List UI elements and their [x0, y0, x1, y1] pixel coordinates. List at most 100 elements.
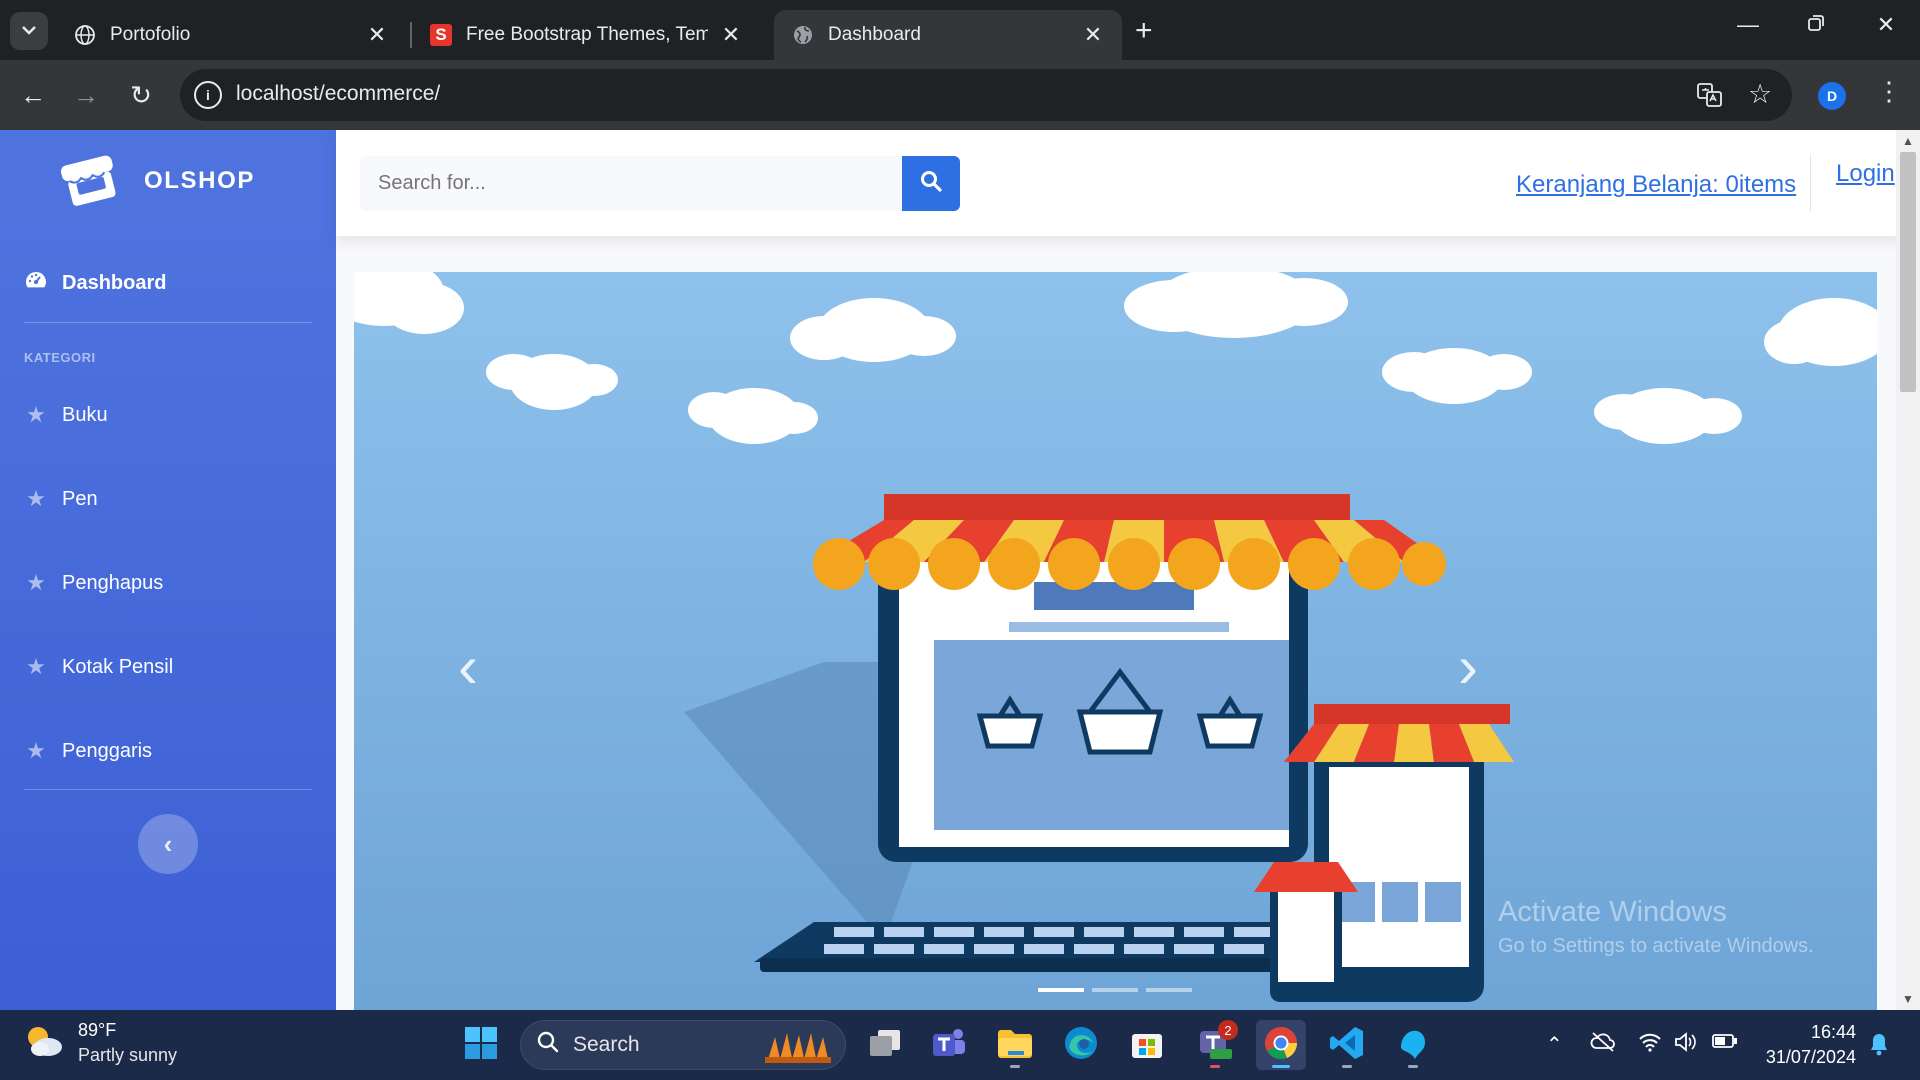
search-icon: [537, 1031, 559, 1059]
app-icon: [1395, 1025, 1431, 1066]
globe-icon: [74, 24, 96, 46]
sidebar-item-penghapus[interactable]: ★ Penghapus: [24, 570, 163, 596]
chevron-up-icon[interactable]: ⌃: [1546, 1032, 1563, 1057]
store-app[interactable]: [1122, 1020, 1172, 1070]
close-icon[interactable]: ✕: [720, 22, 742, 48]
running-indicator: [1408, 1065, 1418, 1068]
weather-widget[interactable]: 89°F Partly sunny: [24, 1020, 177, 1066]
weather-temperature: 89°F: [78, 1020, 117, 1040]
chevron-down-icon: [21, 22, 37, 40]
carousel-next-button[interactable]: ›: [1438, 632, 1498, 701]
bookmark-star-icon[interactable]: ☆: [1748, 79, 1772, 110]
vscode-app[interactable]: [1322, 1020, 1372, 1070]
new-tab-button[interactable]: +: [1135, 14, 1153, 48]
carousel-indicator[interactable]: [1038, 988, 1084, 992]
taskbar-search[interactable]: Search: [520, 1020, 846, 1070]
search-button[interactable]: [902, 156, 960, 211]
scrollbar-thumb[interactable]: [1900, 152, 1916, 392]
browser-toolbar: ← → ↻ i localhost/ecommerce/ ☆ D ⋮: [0, 60, 1920, 130]
browser-menu-icon[interactable]: ⋮: [1876, 76, 1902, 107]
translate-icon[interactable]: [1696, 81, 1724, 116]
wifi-icon[interactable]: [1638, 1032, 1662, 1058]
chevron-left-icon: ‹: [458, 633, 478, 700]
edge-app[interactable]: [1056, 1020, 1106, 1070]
sidebar-divider: [24, 789, 312, 790]
scroll-up-icon[interactable]: ▲: [1902, 134, 1914, 148]
teams-app[interactable]: [924, 1020, 974, 1070]
cloud-off-icon[interactable]: [1590, 1032, 1616, 1058]
carousel-prev-button[interactable]: ‹: [438, 632, 498, 701]
sidebar-item-label: Dashboard: [62, 271, 167, 294]
tab-search-button[interactable]: [10, 12, 48, 50]
partly-sunny-icon: [24, 1023, 64, 1064]
tab-portofolio[interactable]: Portofolio ✕: [56, 10, 406, 60]
minimize-button[interactable]: —: [1728, 12, 1768, 38]
sidebar-item-buku[interactable]: ★ Buku: [24, 402, 108, 428]
cart-link[interactable]: Keranjang Belanja: 0items: [1516, 171, 1796, 199]
notification-bell-icon[interactable]: [1868, 1032, 1890, 1062]
sidebar-toggle-button[interactable]: ‹: [138, 814, 198, 874]
microsoft-store-icon: [1130, 1026, 1164, 1065]
edge-icon: [1063, 1025, 1099, 1066]
star-icon: ★: [26, 486, 46, 511]
system-clock[interactable]: 16:44 31/07/2024: [1760, 1020, 1856, 1070]
login-link[interactable]: Login: [1836, 160, 1895, 188]
teams-new-app[interactable]: 2: [1190, 1020, 1240, 1070]
sidebar-heading: KATEGORI: [24, 350, 96, 365]
file-explorer-app[interactable]: [990, 1020, 1040, 1070]
page-viewport: OLSHOP Dashboard KATEGORI ★ Buku ★ Pen ★…: [0, 130, 1920, 1010]
task-view-icon: [868, 1028, 902, 1063]
search-input[interactable]: [360, 156, 902, 211]
start-button[interactable]: [456, 1020, 506, 1070]
weather-app[interactable]: [1388, 1020, 1438, 1070]
reload-button[interactable]: ↻: [126, 80, 156, 111]
back-button[interactable]: ←: [18, 80, 48, 111]
scroll-down-icon[interactable]: ▼: [1902, 992, 1914, 1006]
sidebar-item-label: Penghapus: [62, 571, 164, 594]
volume-icon[interactable]: [1674, 1032, 1698, 1058]
weather-description: Partly sunny: [78, 1045, 178, 1065]
vertical-scrollbar[interactable]: ▲ ▼: [1896, 130, 1920, 1010]
star-icon: ★: [26, 402, 46, 427]
chevron-right-icon: ›: [1458, 633, 1478, 700]
sidebar-item-dashboard[interactable]: Dashboard: [24, 270, 166, 296]
close-icon[interactable]: ✕: [1082, 22, 1104, 48]
sidebar-item-kotak-pensil[interactable]: ★ Kotak Pensil: [24, 654, 173, 680]
sidebar-item-label: Penggaris: [62, 739, 153, 762]
sidebar-item-label: Buku: [62, 403, 108, 426]
sidebar-divider: [24, 322, 312, 323]
carousel-indicator[interactable]: [1146, 988, 1192, 992]
running-indicator: [1210, 1065, 1220, 1068]
sidebar-item-penggaris[interactable]: ★ Penggaris: [24, 738, 152, 764]
watermark-title: Activate Windows: [1498, 896, 1727, 928]
site-info-icon[interactable]: i: [194, 81, 222, 109]
vscode-icon: [1329, 1025, 1365, 1066]
chrome-app[interactable]: [1256, 1020, 1306, 1070]
running-indicator: [1272, 1065, 1290, 1068]
sidebar-item-pen[interactable]: ★ Pen: [24, 486, 97, 512]
chevron-left-icon: ‹: [163, 828, 173, 859]
task-view-button[interactable]: [860, 1020, 910, 1070]
brand[interactable]: OLSHOP: [58, 152, 255, 210]
address-bar[interactable]: i localhost/ecommerce/ ☆: [180, 69, 1792, 121]
tab-dashboard[interactable]: Dashboard ✕: [774, 10, 1122, 60]
close-icon[interactable]: ✕: [366, 22, 388, 48]
plus-icon: +: [1135, 14, 1153, 47]
tab-title: Dashboard: [828, 24, 921, 45]
profile-avatar[interactable]: D: [1818, 82, 1846, 110]
clock-time: 16:44: [1810, 1022, 1856, 1042]
tab-title: Free Bootstrap Themes, Templa: [466, 24, 708, 45]
star-icon: ★: [26, 654, 46, 679]
running-indicator: [1010, 1065, 1020, 1068]
teams-icon: [931, 1026, 967, 1065]
tab-title: Portofolio: [110, 24, 191, 45]
tab-bootstrap-themes[interactable]: S Free Bootstrap Themes, Templa ✕: [412, 10, 760, 60]
folder-icon: [996, 1027, 1034, 1064]
browser-tab-strip: Portofolio ✕ S Free Bootstrap Themes, Te…: [0, 0, 1920, 60]
forward-button[interactable]: →: [71, 80, 101, 111]
restore-button[interactable]: [1796, 12, 1836, 38]
close-window-button[interactable]: ✕: [1866, 12, 1906, 38]
battery-icon[interactable]: [1712, 1032, 1738, 1056]
s-logo-icon: S: [430, 24, 452, 46]
carousel-indicator[interactable]: [1092, 988, 1138, 992]
